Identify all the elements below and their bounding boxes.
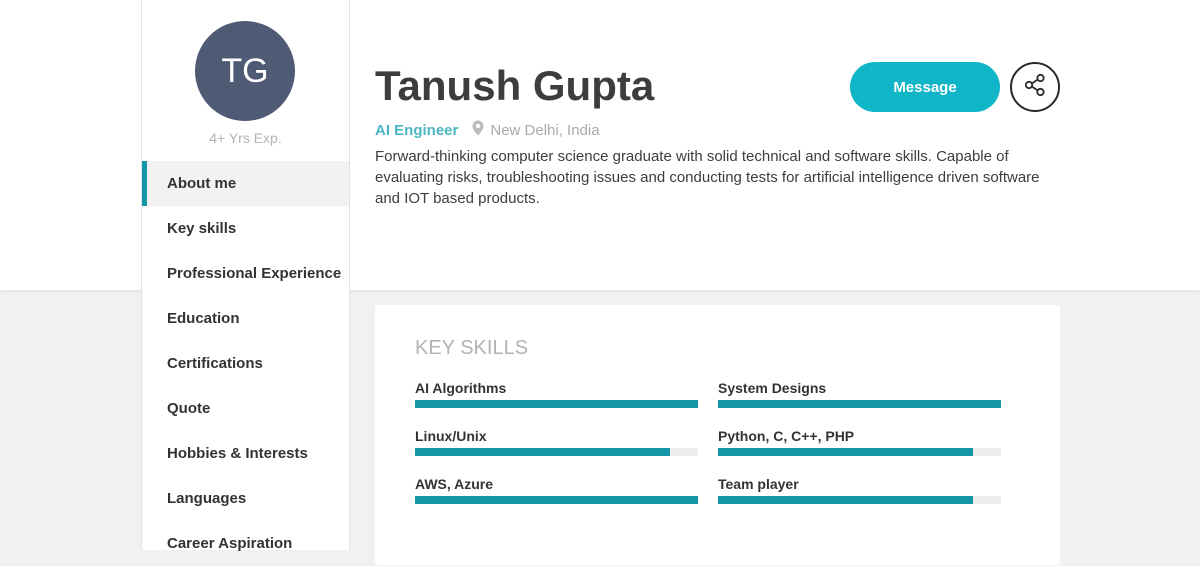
sidebar-item-label: Professional Experience xyxy=(167,265,342,282)
sidebar-item-education[interactable]: Education xyxy=(142,296,349,341)
skill-bar xyxy=(718,448,1001,456)
sidebar-item-career-aspiration[interactable]: Career Aspiration xyxy=(142,521,349,566)
skill-bar-fill xyxy=(718,400,1001,408)
skill-bar xyxy=(415,496,698,504)
key-skills-title: KEY SKILLS xyxy=(415,337,529,359)
experience-label: 4+ Yrs Exp. xyxy=(209,130,282,146)
sidebar-item-label: Certifications xyxy=(167,355,263,372)
skill-label: System Designs xyxy=(718,380,827,396)
skill-bar xyxy=(415,400,698,408)
skill-bar-fill xyxy=(415,496,698,504)
sidebar: TG 4+ Yrs Exp. About me Key skills Profe… xyxy=(141,0,350,552)
sidebar-item-label: Hobbies & Interests xyxy=(167,445,308,462)
sidebar-item-professional-experience[interactable]: Professional Experience xyxy=(142,251,349,296)
profile-bio: Forward-thinking computer science gradua… xyxy=(375,148,1040,207)
sidebar-item-languages[interactable]: Languages xyxy=(142,476,349,521)
skill-bar-fill xyxy=(415,448,670,456)
skill-bar-fill xyxy=(718,448,973,456)
avatar-initials: TG xyxy=(221,51,269,90)
sidebar-item-label: Quote xyxy=(167,400,211,417)
key-skills-card: KEY SKILLS AI Algorithms System Designs … xyxy=(375,305,1060,565)
sidebar-nav: About me Key skills Professional Experie… xyxy=(142,161,349,566)
sidebar-item-key-skills[interactable]: Key skills xyxy=(142,206,349,251)
skill-bar-fill xyxy=(415,400,698,408)
share-icon xyxy=(1023,73,1047,102)
skill-label: Python, C, C++, PHP xyxy=(718,428,855,444)
skill-item: AWS, Azure xyxy=(415,474,698,504)
skill-label: Linux/Unix xyxy=(415,428,487,444)
skill-label: AI Algorithms xyxy=(415,380,507,396)
sidebar-item-label: Key skills xyxy=(167,220,237,237)
skill-item: System Designs xyxy=(718,378,1001,408)
sidebar-item-label: Languages xyxy=(167,490,247,507)
skill-item: Linux/Unix xyxy=(415,426,698,456)
sidebar-item-about-me[interactable]: About me xyxy=(142,161,349,206)
sidebar-item-label: About me xyxy=(167,175,237,192)
sidebar-item-hobbies-interests[interactable]: Hobbies & Interests xyxy=(142,431,349,476)
location-pin-icon xyxy=(472,120,484,140)
profile-location: New Delhi, India xyxy=(490,121,600,139)
skill-bar xyxy=(718,496,1001,504)
profile-role: AI Engineer xyxy=(375,121,459,139)
skill-bar xyxy=(415,448,698,456)
skill-item: Python, C, C++, PHP xyxy=(718,426,1001,456)
sidebar-item-label: Career Aspiration xyxy=(167,535,293,552)
sidebar-item-quote[interactable]: Quote xyxy=(142,386,349,431)
skill-bar xyxy=(718,400,1001,408)
skill-item: Team player xyxy=(718,474,1001,504)
profile-meta: AI Engineer New Delhi, India xyxy=(375,120,600,140)
sidebar-item-label: Education xyxy=(167,310,240,327)
sidebar-item-certifications[interactable]: Certifications xyxy=(142,341,349,386)
skill-label: AWS, Azure xyxy=(415,476,494,492)
avatar: TG xyxy=(195,21,295,121)
skill-bar-fill xyxy=(718,496,973,504)
skill-item: AI Algorithms xyxy=(415,378,698,408)
message-button[interactable]: Message xyxy=(850,62,1000,112)
share-button[interactable] xyxy=(1010,62,1060,112)
skill-label: Team player xyxy=(718,476,799,492)
profile-name: Tanush Gupta xyxy=(375,62,655,109)
